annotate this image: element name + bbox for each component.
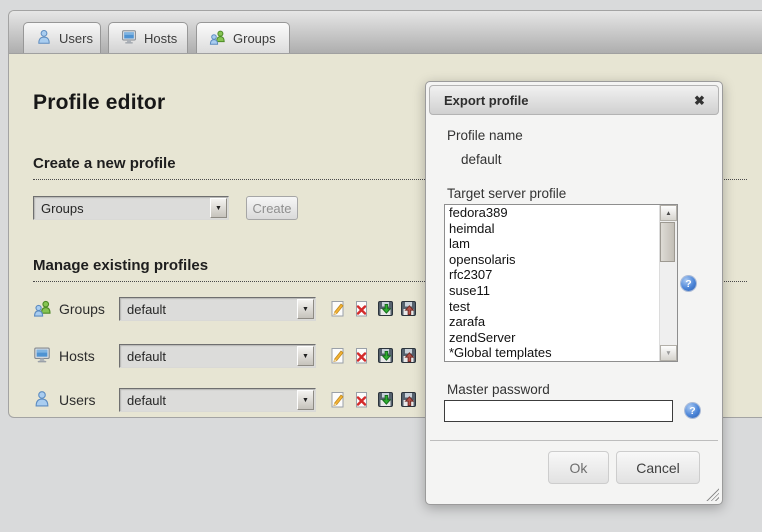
tab-bar: Users Hosts Groups bbox=[9, 11, 762, 54]
chevron-down-icon[interactable]: ▼ bbox=[297, 346, 314, 366]
help-icon[interactable]: ? bbox=[685, 403, 700, 418]
master-password-label: Master password bbox=[447, 382, 550, 397]
export-profile-icon[interactable] bbox=[400, 391, 417, 413]
host-icon bbox=[33, 346, 51, 369]
delete-profile-icon[interactable] bbox=[353, 300, 370, 323]
user-icon bbox=[36, 29, 52, 48]
list-item[interactable]: lam bbox=[445, 236, 677, 252]
scroll-down-icon[interactable]: ▼ bbox=[660, 345, 677, 361]
tab-hosts-label: Hosts bbox=[144, 31, 177, 46]
tab-groups-label: Groups bbox=[233, 31, 276, 46]
target-server-profile-label: Target server profile bbox=[447, 186, 566, 201]
list-item[interactable]: rfc2307 bbox=[445, 267, 677, 283]
row-label: Hosts bbox=[59, 344, 95, 368]
profile-name-value: default bbox=[461, 152, 502, 167]
create-button[interactable]: Create bbox=[246, 196, 298, 220]
target-server-profile-list[interactable]: fedora389 heimdal lam opensolaris rfc230… bbox=[444, 204, 678, 362]
edit-profile-icon[interactable] bbox=[329, 300, 346, 323]
hosts-profile-select[interactable]: default ▼ bbox=[119, 344, 316, 368]
close-icon[interactable]: ✖ bbox=[690, 91, 709, 110]
page-title: Profile editor bbox=[33, 91, 165, 115]
profile-row-hosts: Hosts default ▼ bbox=[9, 344, 439, 368]
delete-profile-icon[interactable] bbox=[353, 391, 370, 414]
list-item[interactable]: *Global templates bbox=[445, 345, 677, 361]
ok-button[interactable]: Ok bbox=[548, 451, 609, 484]
list-item[interactable]: zendServer bbox=[445, 330, 677, 346]
export-profile-icon[interactable] bbox=[400, 347, 417, 369]
list-scrollbar[interactable]: ▲ ▼ bbox=[659, 205, 677, 361]
tab-users[interactable]: Users bbox=[23, 22, 101, 53]
list-item[interactable]: test bbox=[445, 299, 677, 315]
tab-groups[interactable]: Groups bbox=[196, 22, 290, 53]
selected-profile: default bbox=[127, 393, 166, 408]
dialog-titlebar[interactable]: Export profile ✖ bbox=[429, 85, 719, 115]
groups-profile-select[interactable]: default ▼ bbox=[119, 297, 316, 321]
export-profile-dialog: Export profile ✖ Profile name default Ta… bbox=[425, 81, 723, 505]
row-label: Groups bbox=[59, 297, 105, 321]
import-profile-icon[interactable] bbox=[377, 347, 394, 369]
profile-row-groups: Groups default ▼ bbox=[9, 297, 439, 321]
cancel-button[interactable]: Cancel bbox=[616, 451, 700, 484]
tab-users-label: Users bbox=[59, 31, 93, 46]
import-profile-icon[interactable] bbox=[377, 391, 394, 413]
profile-type-selected: Groups bbox=[41, 201, 84, 216]
profile-type-select[interactable]: Groups ▼ bbox=[33, 196, 229, 220]
chevron-down-icon[interactable]: ▼ bbox=[297, 299, 314, 319]
tab-hosts[interactable]: Hosts bbox=[108, 22, 188, 53]
users-profile-select[interactable]: default ▼ bbox=[119, 388, 316, 412]
edit-profile-icon[interactable] bbox=[329, 347, 346, 370]
dialog-separator bbox=[430, 440, 718, 441]
export-profile-icon[interactable] bbox=[400, 300, 417, 322]
host-icon bbox=[121, 29, 137, 48]
list-item[interactable]: zarafa bbox=[445, 314, 677, 330]
edit-profile-icon[interactable] bbox=[329, 391, 346, 414]
profile-row-users: Users default ▼ bbox=[9, 388, 439, 412]
chevron-down-icon[interactable]: ▼ bbox=[210, 198, 227, 218]
master-password-input[interactable] bbox=[444, 400, 673, 422]
resize-handle-icon[interactable] bbox=[706, 488, 719, 501]
selected-profile: default bbox=[127, 302, 166, 317]
selected-profile: default bbox=[127, 349, 166, 364]
help-icon[interactable]: ? bbox=[681, 276, 696, 291]
dialog-title: Export profile bbox=[430, 93, 529, 108]
list-item[interactable]: fedora389 bbox=[445, 205, 677, 221]
delete-profile-icon[interactable] bbox=[353, 347, 370, 370]
chevron-down-icon[interactable]: ▼ bbox=[297, 390, 314, 410]
list-item[interactable]: opensolaris bbox=[445, 252, 677, 268]
scroll-up-icon[interactable]: ▲ bbox=[660, 205, 677, 221]
scrollbar-thumb[interactable] bbox=[660, 222, 675, 262]
list-item[interactable]: heimdal bbox=[445, 221, 677, 237]
import-profile-icon[interactable] bbox=[377, 300, 394, 322]
groups-icon bbox=[33, 299, 52, 322]
groups-icon bbox=[209, 29, 226, 48]
list-item[interactable]: suse11 bbox=[445, 283, 677, 299]
profile-name-label: Profile name bbox=[447, 128, 523, 143]
user-icon bbox=[33, 390, 51, 413]
row-label: Users bbox=[59, 388, 96, 412]
